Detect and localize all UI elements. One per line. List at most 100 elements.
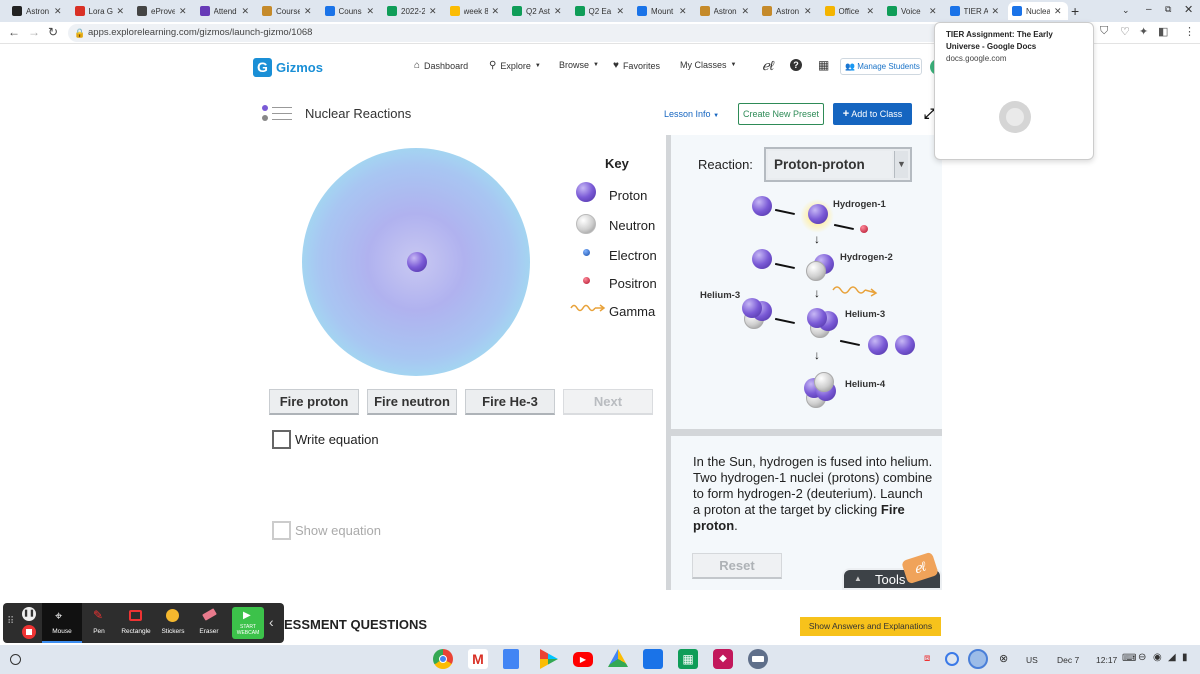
browser-tab[interactable]: TIER A ✕ xyxy=(946,2,1006,20)
browser-tab[interactable]: Couns ✕ xyxy=(321,2,381,20)
gmail-icon[interactable]: M xyxy=(468,649,488,669)
stop-icon[interactable] xyxy=(22,625,36,639)
do-not-disturb-icon[interactable]: ⊖ xyxy=(1138,652,1146,663)
battery-icon[interactable]: ▮ xyxy=(1182,652,1188,663)
tab-close-icon[interactable]: ✕ xyxy=(804,6,812,17)
nav-favorites[interactable]: ♥ Favorites xyxy=(613,60,660,71)
close-window-icon[interactable]: ✕ xyxy=(1184,3,1193,16)
mouse-tool[interactable]: ⌖ Mouse xyxy=(42,603,82,643)
extensions-icon[interactable]: ✦ xyxy=(1139,25,1148,38)
fire-proton-button[interactable]: Fire proton xyxy=(269,389,359,415)
browser-tab[interactable]: eProve ✕ xyxy=(133,2,193,20)
sidepanel-icon[interactable]: ◧ xyxy=(1158,25,1168,38)
browser-tab[interactable]: Astron ✕ xyxy=(696,2,756,20)
files-icon[interactable] xyxy=(643,649,663,669)
apps-grid-icon[interactable]: ▦ xyxy=(818,58,829,72)
tab-close-icon[interactable]: ✕ xyxy=(367,6,375,17)
stickers-tool[interactable]: Stickers xyxy=(156,603,190,643)
reaction-select[interactable]: Proton-proton ▼ xyxy=(764,147,912,182)
browser-tab[interactable]: Astron ✕ xyxy=(8,2,68,20)
tab-close-icon[interactable]: ✕ xyxy=(304,6,312,17)
reset-button[interactable]: Reset xyxy=(692,553,782,579)
tab-close-icon[interactable]: ✕ xyxy=(492,6,500,17)
tab-close-icon[interactable]: ✕ xyxy=(867,6,875,17)
browser-tab[interactable]: Voice ✕ xyxy=(883,2,943,20)
rectangle-tool[interactable]: Rectangle xyxy=(116,603,156,643)
signal-icon[interactable]: ◢ xyxy=(1168,652,1176,663)
tab-close-icon[interactable]: ✕ xyxy=(679,6,687,17)
docs-icon[interactable] xyxy=(503,649,519,669)
tab-close-icon[interactable]: ✕ xyxy=(929,6,937,17)
pen-tool[interactable]: ✎ Pen xyxy=(82,603,116,643)
browser-tab[interactable]: Attend ✕ xyxy=(196,2,256,20)
nav-explore[interactable]: ⚲ Explore ▼ xyxy=(489,60,541,71)
browser-tab[interactable]: 2022-2 ✕ xyxy=(383,2,443,20)
browser-tab[interactable]: Lora G ✕ xyxy=(71,2,131,20)
el-logo-icon[interactable]: ℯℓ xyxy=(762,58,774,74)
next-button[interactable]: Next xyxy=(563,389,653,415)
classroom-icon[interactable]: ▦ xyxy=(678,649,698,669)
fire-he3-button[interactable]: Fire He-3 xyxy=(465,389,555,415)
clock[interactable]: 12:17 xyxy=(1096,655,1117,665)
minimize-icon[interactable]: – xyxy=(1146,4,1152,15)
browser-tab[interactable]: Astron ✕ xyxy=(758,2,818,20)
tab-close-icon[interactable]: ✕ xyxy=(179,6,187,17)
new-tab-icon[interactable]: + xyxy=(1071,3,1079,19)
add-to-class-button[interactable]: + Add to Class xyxy=(833,103,912,125)
gizmos-logo-text[interactable]: Gizmos xyxy=(276,60,323,75)
tab-close-icon[interactable]: ✕ xyxy=(1054,6,1062,17)
pane-divider[interactable] xyxy=(666,135,671,590)
heart-icon[interactable]: ♡ xyxy=(1120,25,1130,38)
browser-tab[interactable]: week 8 ✕ xyxy=(446,2,506,20)
help-icon[interactable]: ? xyxy=(790,59,802,71)
tab-close-icon[interactable]: ✕ xyxy=(54,6,62,17)
nav-my-classes[interactable]: My Classes ▼ xyxy=(680,60,736,70)
youtube-icon[interactable]: ▶ xyxy=(573,652,593,667)
wifi-icon[interactable]: ◉ xyxy=(1153,652,1162,663)
tab-close-icon[interactable]: ✕ xyxy=(117,6,125,17)
screencastify-icon[interactable]: ◆ xyxy=(713,649,733,669)
shield-icon[interactable]: ⛉ xyxy=(1100,25,1108,38)
back-icon[interactable]: ← xyxy=(8,25,20,39)
lesson-info-link[interactable]: Lesson Info ▼ xyxy=(664,109,719,119)
drag-handle-icon[interactable]: ⠿ xyxy=(7,616,14,627)
chrome-icon[interactable] xyxy=(433,649,453,669)
nav-dashboard[interactable]: ⌂ Dashboard xyxy=(414,60,468,71)
start-webcam-button[interactable]: ▶ START WEBCAM xyxy=(232,607,264,639)
fire-neutron-button[interactable]: Fire neutron xyxy=(367,389,457,415)
show-answers-button[interactable]: Show Answers and Explanations xyxy=(800,617,941,636)
eraser-tool[interactable]: Eraser xyxy=(192,603,226,643)
tab-close-icon[interactable]: ✕ xyxy=(554,6,562,17)
tab-close-icon[interactable]: ✕ xyxy=(429,6,437,17)
tab-close-icon[interactable]: ✕ xyxy=(992,6,1000,17)
tote-icon[interactable] xyxy=(945,652,959,666)
collapse-icon[interactable]: ‹ xyxy=(269,614,274,630)
manage-students-button[interactable]: 👥 Manage Students xyxy=(840,58,922,75)
gizmos-logo-icon[interactable]: G xyxy=(253,58,272,77)
cast-icon[interactable]: ⊗ xyxy=(999,652,1008,665)
keyboard-icon[interactable]: ⌨ xyxy=(1122,653,1136,664)
maximize-icon[interactable]: ⧉ xyxy=(1165,4,1171,15)
menu-icon[interactable]: ⋮ xyxy=(1184,25,1195,38)
tab-close-icon[interactable]: ✕ xyxy=(742,6,750,17)
pause-icon[interactable]: ❚❚ xyxy=(22,607,36,621)
browser-tab[interactable]: Office ✕ xyxy=(821,2,881,20)
create-preset-button[interactable]: Create New Preset xyxy=(738,103,824,125)
reload-icon[interactable]: ↻ xyxy=(48,25,58,39)
browser-tab[interactable]: Course ✕ xyxy=(258,2,318,20)
write-equation-checkbox[interactable] xyxy=(272,430,291,449)
browser-tab[interactable]: Q2 Ea ✕ xyxy=(571,2,631,20)
browser-tab[interactable]: Q2 Ast ✕ xyxy=(508,2,568,20)
browser-tab[interactable]: Mount ✕ xyxy=(633,2,693,20)
show-equation-checkbox[interactable] xyxy=(272,521,291,540)
forward-icon[interactable]: → xyxy=(28,25,40,39)
tab-close-icon[interactable]: ✕ xyxy=(242,6,250,17)
screen-record-icon[interactable]: ⧈ xyxy=(924,653,930,664)
tab-close-icon[interactable]: ✕ xyxy=(617,6,625,17)
camera-app-icon[interactable] xyxy=(748,649,768,669)
tab-search-icon[interactable]: ⌄ xyxy=(1122,5,1130,16)
active-session-icon[interactable] xyxy=(968,649,988,669)
language-indicator[interactable]: US xyxy=(1026,655,1038,665)
nav-browse[interactable]: Browse ▼ xyxy=(559,60,599,70)
date-indicator[interactable]: Dec 7 xyxy=(1057,655,1079,665)
